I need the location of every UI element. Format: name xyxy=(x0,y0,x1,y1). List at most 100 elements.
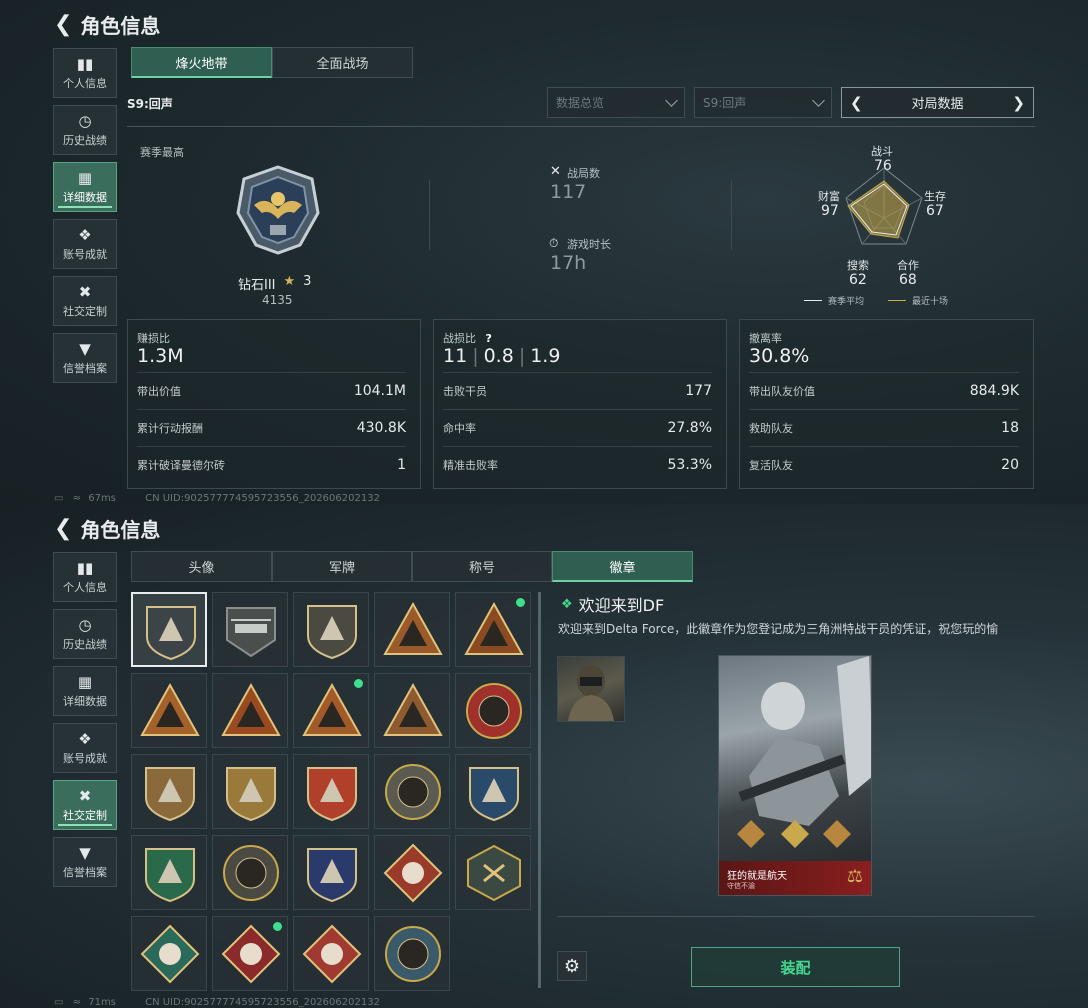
runner-diamond-badge[interactable] xyxy=(293,916,369,991)
kd-card: 战损比 ? 11 | 0.8 | 1.9 击败干员 177 命中率 27.8% 精准击败率 5… xyxy=(433,319,727,489)
equip-button[interactable]: 装配 xyxy=(691,947,900,987)
default-triangle-icon xyxy=(146,606,196,661)
medic-diamond-badge[interactable] xyxy=(131,916,207,991)
profit-ratio-value: 1.3M xyxy=(137,345,184,367)
tab-hazard-zone[interactable]: 烽火地带 xyxy=(131,47,272,78)
new-indicator-dot xyxy=(354,679,363,688)
sidebar-item-social[interactable]: ✖ 社交定制 xyxy=(53,780,117,830)
new-indicator-dot xyxy=(516,598,525,607)
s8-badge[interactable] xyxy=(455,592,531,667)
customization-tabs: 头像 军牌 称号 徽章 xyxy=(131,551,693,582)
default-triangle-badge[interactable] xyxy=(131,592,207,667)
back-icon[interactable]: ❮ xyxy=(54,12,72,37)
radar-survival-value: 67 xyxy=(926,203,944,219)
radar-survival-label: 生存 xyxy=(924,190,946,203)
dragon-diamond-badge[interactable] xyxy=(212,916,288,991)
profit-card: 赚损比 1.3M 带出价值 104.1M 累计行动报酬 430.8K 累计破译曼德尔… xyxy=(127,319,421,489)
pyramid-badge[interactable] xyxy=(131,673,207,748)
mask-badge[interactable] xyxy=(374,754,450,829)
chevron-down-icon xyxy=(665,93,678,107)
wing-shield-badge[interactable] xyxy=(212,754,288,829)
ping: 67ms xyxy=(88,493,116,504)
wolf-diamond-badge[interactable] xyxy=(374,835,450,910)
medal-icon: ❖ xyxy=(78,729,92,748)
badge-description: 欢迎来到Delta Force，此徽章作为您登记成为三角洲特战干员的凭证，祝您玩… xyxy=(558,622,999,636)
sidebar-item-detail[interactable]: ▦ 详细数据 xyxy=(53,666,117,716)
helicopter-badge[interactable] xyxy=(212,592,288,667)
rifle-shield-badge[interactable] xyxy=(455,754,531,829)
gear-shield-badge[interactable] xyxy=(293,754,369,829)
divider xyxy=(731,180,732,250)
stat-row: 精准击败率 53.3% xyxy=(443,446,712,483)
back-icon[interactable]: ❮ xyxy=(54,516,72,541)
number-one-badge[interactable] xyxy=(212,673,288,748)
stat-row: 带出队友价值 884.9K xyxy=(749,372,1019,409)
bar-chart-icon: ▮▮ xyxy=(76,54,94,73)
soldiers-triangle-badge[interactable] xyxy=(374,673,450,748)
s8-icon xyxy=(464,601,524,655)
knife-circle-badge[interactable] xyxy=(212,835,288,910)
wasp-hexagon-badge[interactable] xyxy=(455,835,531,910)
clock-icon: ◷ xyxy=(78,615,92,634)
chevron-left-icon[interactable]: ❮ xyxy=(850,94,863,112)
card-name-bar: 狂的就是航天 守信不渝 ⚖ xyxy=(719,861,871,895)
medic-diamond-icon xyxy=(140,924,200,984)
sidebar-item-detail[interactable]: ▦ 详细数据 xyxy=(53,162,117,212)
folder-icon: ▦ xyxy=(77,672,93,691)
detail-data-panel: ❮ 角色信息 ▮▮ 个人信息 ◷ 历史战绩 ▦ 详细数据 ❖ 账号成就 ✖ 社交定制 ▼ 信… xyxy=(0,0,1088,504)
overview-select[interactable]: 数据总览 xyxy=(547,87,685,118)
header: ❮ 角色信息 xyxy=(54,514,160,543)
match-data-switcher[interactable]: ❮ 对局数据 ❯ xyxy=(841,87,1034,118)
stat-row: 累计行动报酬 430.8K xyxy=(137,409,406,446)
rank-stars: 3 xyxy=(303,274,312,289)
sidebar-item-history[interactable]: ◷ 历史战绩 xyxy=(53,609,117,659)
sidebar-item-social[interactable]: ✖ 社交定制 xyxy=(53,276,117,326)
wolf-circle-badge[interactable] xyxy=(374,916,450,991)
chevron-right-icon[interactable]: ❯ xyxy=(1012,94,1025,112)
playtime-label: 游戏时长 xyxy=(567,238,611,251)
divider xyxy=(127,126,1035,127)
usb-triangle-icon xyxy=(302,682,362,736)
sidebar-item-history[interactable]: ◷ 历史战绩 xyxy=(53,105,117,155)
season-select[interactable]: S9:回声 xyxy=(694,87,832,118)
battery-icon: ▭ xyxy=(54,493,64,504)
sidebar-item-profile[interactable]: ▮▮ 个人信息 xyxy=(53,48,117,98)
tab-badge[interactable]: 徽章 xyxy=(552,551,693,582)
tab-full-battlefield[interactable]: 全面战场 xyxy=(272,47,413,78)
card-subtitle: 守信不渝 xyxy=(727,882,755,890)
tab-dog-tag[interactable]: 军牌 xyxy=(272,551,412,582)
stat-row: 命中率 27.8% xyxy=(443,409,712,446)
wing-shield-icon xyxy=(226,767,276,822)
wifi-icon: ≈ xyxy=(72,493,82,504)
radar-search-label: 搜索 xyxy=(847,259,869,272)
avatar xyxy=(557,656,625,722)
scrollbar[interactable] xyxy=(538,592,541,988)
medal-icon: ❖ xyxy=(78,225,92,244)
legend-swatch-recent xyxy=(888,300,907,301)
sidebar-item-profile[interactable]: ▮▮ 个人信息 xyxy=(53,552,117,602)
star-emblem-badge[interactable] xyxy=(455,673,531,748)
crosshair-green-icon xyxy=(145,848,195,903)
radar-cooperation-label: 合作 xyxy=(897,259,919,272)
sidebar-item-achievements[interactable]: ❖ 账号成就 xyxy=(53,723,117,773)
help-icon[interactable]: ? xyxy=(486,332,492,345)
status-bar: ▭ ≈ 71ms CN UID:902577774595723556_20260… xyxy=(54,997,380,1008)
status-bar: ▭ ≈ 67ms CN UID:902577774595723556_20260… xyxy=(54,493,380,504)
s4-badge[interactable] xyxy=(374,592,450,667)
usb-triangle-badge[interactable] xyxy=(293,673,369,748)
player-card-preview: 狂的就是航天 守信不渝 ⚖ xyxy=(718,655,872,896)
settings-gear-button[interactable]: ⚙ xyxy=(557,951,587,981)
tab-avatar[interactable]: 头像 xyxy=(131,551,272,582)
ammo-shield-badge[interactable] xyxy=(293,835,369,910)
sidebar-item-credit[interactable]: ▼ 信誉档案 xyxy=(53,333,117,383)
battery-icon: ▭ xyxy=(54,997,64,1008)
star-icon: ★ xyxy=(283,274,296,289)
page-title: 角色信息 xyxy=(80,518,161,542)
dagger-shield-badge[interactable] xyxy=(293,592,369,667)
sidebar-item-credit[interactable]: ▼ 信誉档案 xyxy=(53,837,117,887)
shield-fist-badge[interactable] xyxy=(131,754,207,829)
crosshair-green-badge[interactable] xyxy=(131,835,207,910)
tab-title[interactable]: 称号 xyxy=(412,551,552,582)
sidebar-item-achievements[interactable]: ❖ 账号成就 xyxy=(53,219,117,269)
card-name: 狂的就是航天 xyxy=(727,871,787,882)
